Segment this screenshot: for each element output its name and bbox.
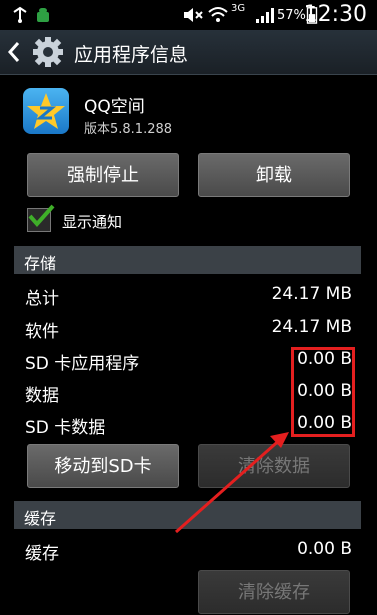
storage-section-header: 存储: [14, 246, 361, 274]
cache-label: 缓存: [25, 544, 59, 564]
highlight-box-annotation: [291, 347, 355, 437]
android-icon: [37, 8, 49, 22]
app-name: QQ空间: [84, 97, 145, 117]
checkmark-icon: [28, 204, 55, 228]
wifi-icon: [208, 7, 228, 22]
show-notification-checkbox[interactable]: [27, 204, 55, 232]
page-title: 应用程序信息: [74, 44, 189, 66]
uninstall-button[interactable]: 卸载: [198, 153, 350, 197]
storage-sd-app-label: SD 卡应用程序: [25, 354, 140, 374]
app-version: 版本5.8.1.288: [84, 122, 173, 137]
mute-icon: [184, 8, 203, 22]
back-chevron-icon[interactable]: [6, 40, 22, 64]
cache-value: 0.00 B: [297, 539, 352, 559]
status-bar: 3G 57% 12:30: [0, 0, 377, 30]
battery-percent: 57%: [277, 8, 306, 23]
force-stop-button[interactable]: 强制停止: [27, 153, 179, 197]
clear-data-button[interactable]: 清除数据: [198, 444, 350, 488]
storage-section-title: 存储: [24, 254, 57, 273]
storage-app-value: 24.17 MB: [271, 317, 352, 337]
move-to-sd-button[interactable]: 移动到SD卡: [27, 444, 179, 488]
action-bar: 应用程序信息: [0, 30, 377, 75]
usb-debug-icon: [13, 6, 27, 23]
storage-total-label: 总计: [25, 289, 59, 309]
clock: 12:30: [303, 2, 367, 27]
network-type-label: 3G: [231, 3, 246, 14]
storage-sd-data-label: SD 卡数据: [25, 418, 106, 438]
cache-section-header: 缓存: [14, 501, 361, 529]
app-icon: [23, 88, 69, 134]
qzone-star-icon: [27, 93, 65, 129]
cache-section-title: 缓存: [24, 509, 57, 528]
storage-data-label: 数据: [25, 386, 59, 406]
settings-gear-icon: [33, 37, 63, 67]
storage-total-value: 24.17 MB: [271, 284, 352, 304]
signal-icon: [256, 8, 274, 23]
show-notification-label: 显示通知: [62, 213, 123, 231]
clear-cache-button[interactable]: 清除缓存: [198, 570, 350, 614]
storage-app-label: 软件: [25, 322, 59, 342]
